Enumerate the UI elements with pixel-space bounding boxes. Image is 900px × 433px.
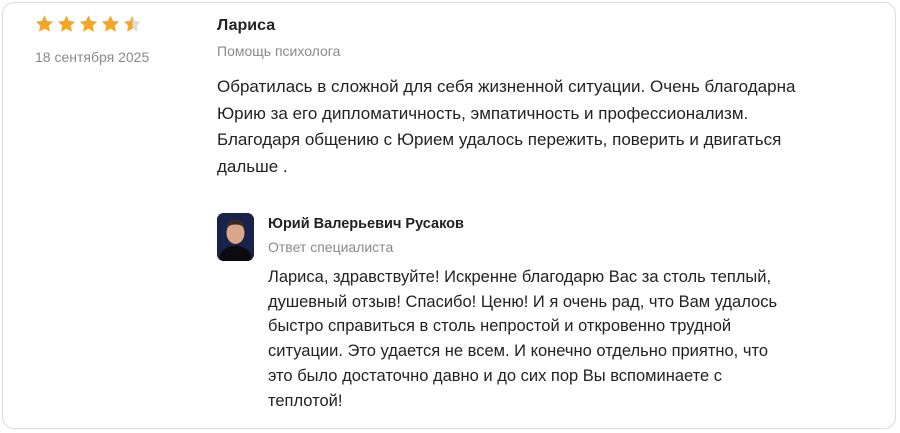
star-icon	[35, 15, 54, 32]
review-text: Обратилась в сложной для себя жизненной …	[217, 77, 796, 176]
star-icon	[101, 15, 120, 32]
star-half-icon	[123, 15, 142, 32]
avatar-photo	[217, 213, 254, 261]
avatar	[217, 213, 254, 261]
specialist-name: Юрий Валерьевич Русаков	[268, 216, 464, 232]
star-icon	[79, 15, 98, 32]
specialist-role: Ответ специалиста	[268, 239, 394, 255]
service-label: Помощь психолога	[217, 43, 341, 59]
reply-text: Лариса, здравствуйте! Искренне благодарю…	[268, 268, 778, 410]
rating-stars	[34, 14, 143, 34]
review-card: 18 сентября 2025 Лариса Помощь психолога…	[2, 2, 896, 429]
star-icon	[57, 15, 76, 32]
reviewer-name: Лариса	[217, 17, 276, 34]
review-date: 18 сентября 2025	[35, 49, 150, 65]
